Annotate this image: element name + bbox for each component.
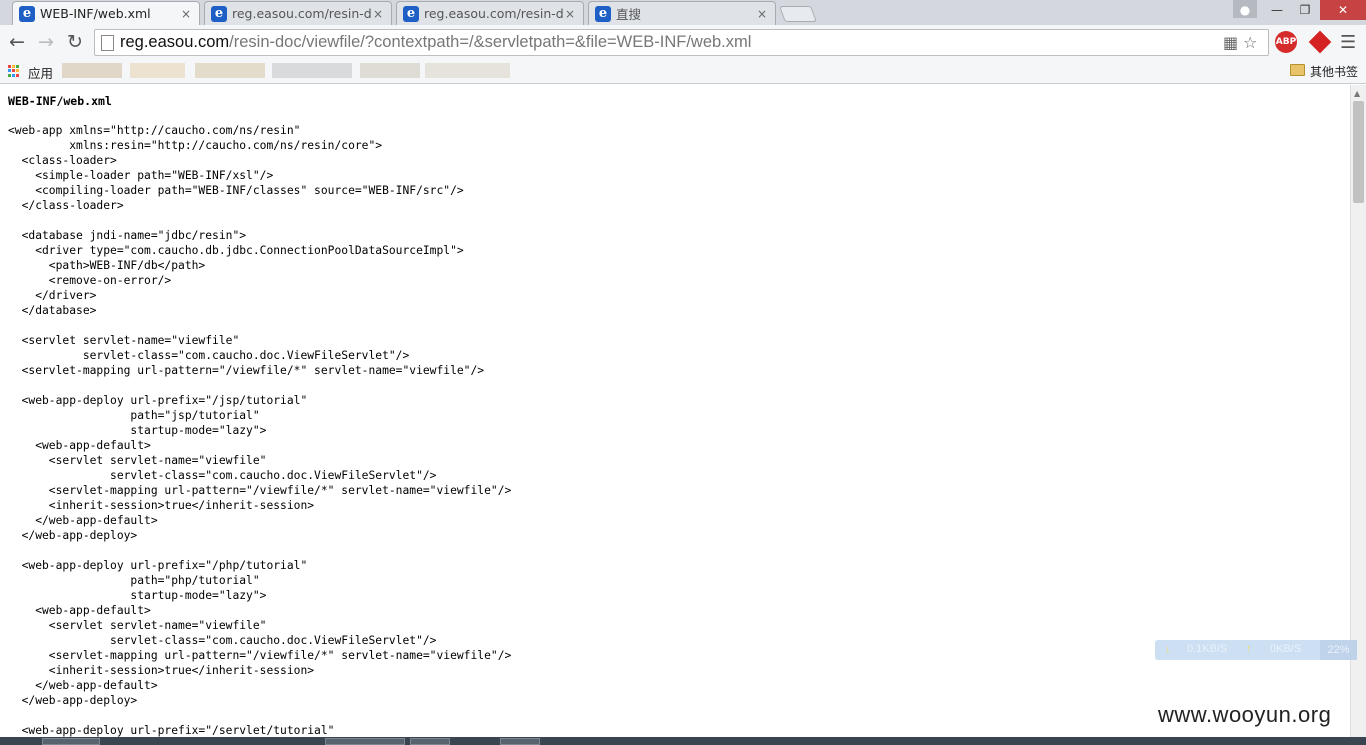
forward-icon[interactable]: →: [35, 31, 57, 53]
taskbar-item[interactable]: [325, 738, 405, 745]
close-icon[interactable]: ×: [179, 7, 193, 21]
address-bar[interactable]: reg.easou.com/resin-doc/viewfile/?contex…: [94, 29, 1269, 56]
ie-icon: e: [19, 5, 35, 22]
blurred-bookmark[interactable]: [62, 63, 122, 78]
taskbar: [0, 737, 1366, 745]
apps-icon[interactable]: [8, 65, 20, 77]
download-speed: 0.1KB/S: [1187, 643, 1228, 655]
file-heading: WEB-INF/web.xml: [8, 94, 112, 108]
watermark: www.wooyun.org: [1158, 702, 1332, 727]
tab-web-inf[interactable]: e WEB-INF/web.xml ×: [12, 1, 200, 25]
ie-icon: e: [403, 5, 419, 22]
blurred-bookmark[interactable]: [195, 63, 265, 78]
close-icon[interactable]: ×: [371, 7, 385, 21]
close-icon[interactable]: ×: [755, 7, 769, 21]
user-icon[interactable]: ●: [1233, 0, 1257, 18]
scroll-thumb[interactable]: [1353, 101, 1364, 203]
upload-speed: 0KB/S: [1270, 643, 1302, 655]
blurred-bookmark[interactable]: [360, 63, 420, 78]
bookmarks-bar: 应用 其他书签: [0, 60, 1366, 84]
other-bookmarks[interactable]: 其他书签: [1310, 63, 1358, 80]
adblock-plus-icon[interactable]: ABP: [1275, 31, 1297, 53]
taskbar-item[interactable]: [500, 738, 540, 745]
url-text[interactable]: reg.easou.com/resin-doc/viewfile/?contex…: [120, 33, 751, 52]
star-icon[interactable]: ☆: [1243, 33, 1257, 52]
extension-icon[interactable]: [1308, 30, 1332, 54]
upload-arrow-icon: ↑: [1246, 643, 1252, 655]
back-icon[interactable]: ←: [6, 31, 28, 53]
restore-icon[interactable]: ❐: [1292, 0, 1318, 20]
download-arrow-icon: ↓: [1165, 643, 1171, 655]
url-host: reg.easou.com: [120, 33, 230, 51]
tab-title: 直搜: [616, 7, 642, 22]
ie-icon: e: [595, 5, 611, 22]
taskbar-item[interactable]: [410, 738, 450, 745]
tab-title: reg.easou.com/resin-do: [232, 6, 371, 21]
page-content: WEB-INF/web.xml <web-app xmlns="http://c…: [0, 85, 1350, 737]
window-close-icon[interactable]: ✕: [1320, 0, 1366, 20]
blurred-bookmark[interactable]: [130, 63, 185, 78]
minimize-icon[interactable]: —: [1264, 0, 1290, 20]
taskbar-item[interactable]: [42, 738, 100, 745]
page-icon: [101, 35, 114, 51]
ie-icon: e: [211, 5, 227, 22]
bookmark-apps[interactable]: 应用: [28, 63, 53, 82]
network-monitor[interactable]: ↓ 0.1KB/S ↑ 0KB/S 22%: [1155, 640, 1357, 660]
folder-icon: [1290, 64, 1305, 76]
blurred-bookmark[interactable]: [272, 63, 352, 78]
tab-strip: e WEB-INF/web.xml × e reg.easou.com/resi…: [0, 0, 1366, 25]
scroll-up-icon[interactable]: ▲: [1354, 89, 1360, 98]
tab-resin-doc-1[interactable]: e reg.easou.com/resin-do ×: [204, 1, 392, 25]
tab-resin-doc-2[interactable]: e reg.easou.com/resin-do ×: [396, 1, 584, 25]
new-tab-button[interactable]: [779, 6, 817, 22]
reload-icon[interactable]: ↻: [64, 31, 86, 53]
tab-zhisou[interactable]: e 直搜 ×: [588, 1, 776, 25]
menu-icon[interactable]: ☰: [1340, 32, 1356, 53]
cpu-usage: 22%: [1320, 640, 1357, 660]
translate-icon[interactable]: ▦: [1223, 33, 1238, 52]
blurred-bookmark[interactable]: [425, 63, 510, 78]
tab-title: reg.easou.com/resin-do: [424, 6, 563, 21]
xml-source: <web-app xmlns="http://caucho.com/ns/res…: [8, 124, 512, 737]
tab-title: WEB-INF/web.xml: [40, 6, 151, 21]
close-icon[interactable]: ×: [563, 7, 577, 21]
url-path: /resin-doc/viewfile/?contextpath=/&servl…: [229, 33, 752, 51]
toolbar: ← → ↻ reg.easou.com/resin-doc/viewfile/?…: [0, 25, 1366, 60]
